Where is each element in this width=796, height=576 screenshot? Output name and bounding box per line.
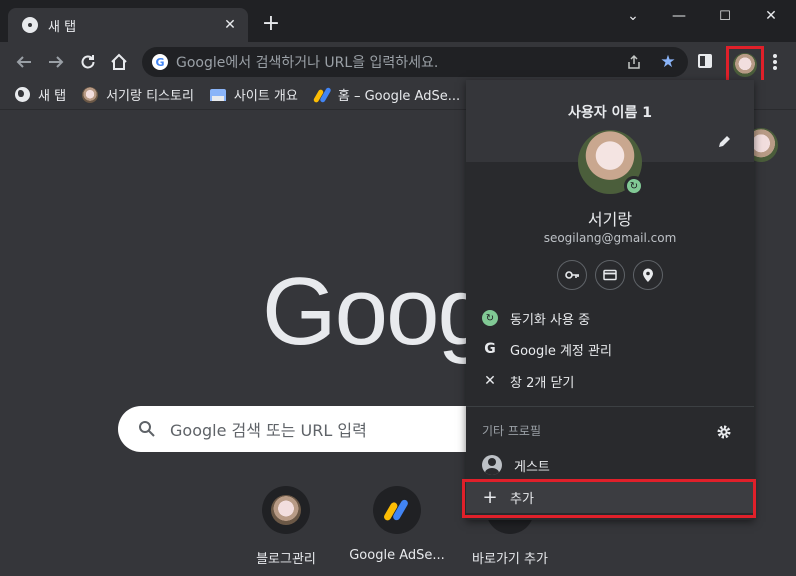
sync-status-item[interactable]: ↻ 동기화 사용 중 bbox=[466, 302, 754, 334]
profile-name: 서기랑 bbox=[587, 210, 633, 229]
bookmark-tistory[interactable]: 서기랑 티스토리 bbox=[82, 85, 194, 104]
share-icon[interactable] bbox=[622, 50, 646, 74]
address-bar[interactable]: G Google에서 검색하거나 URL을 입력하세요. ★ bbox=[142, 47, 688, 77]
side-panel-icon[interactable] bbox=[698, 54, 712, 68]
bookmark-site-overview[interactable]: 사이트 개요 bbox=[209, 85, 298, 104]
bookmark-adsense[interactable]: 홈 – Google AdSe... bbox=[314, 85, 460, 104]
search-icon bbox=[139, 421, 155, 437]
bookmark-new-tab[interactable]: 새 탭 bbox=[14, 85, 66, 104]
sync-status-label: 동기화 사용 중 bbox=[510, 312, 591, 328]
shortcut-label: 바로가기 추가 bbox=[472, 552, 548, 567]
shortcut-label: 블로그관리 bbox=[256, 552, 316, 567]
forward-arrow-icon bbox=[49, 56, 64, 68]
tab-title: 새 탭 bbox=[48, 19, 77, 35]
sync-badge-icon: ↻ bbox=[624, 176, 644, 196]
google-logo: Goog bbox=[262, 258, 491, 365]
reload-icon bbox=[81, 55, 95, 69]
divider bbox=[466, 406, 754, 407]
adsense-icon bbox=[314, 87, 330, 103]
add-profile-item[interactable]: + 추가 bbox=[466, 481, 754, 513]
payment-card-icon[interactable] bbox=[595, 260, 625, 290]
minimize-button[interactable]: — bbox=[656, 0, 702, 32]
sync-icon: ↻ bbox=[482, 310, 498, 326]
more-menu-icon[interactable] bbox=[768, 52, 782, 72]
close-windows-label: 창 2개 닫기 bbox=[510, 375, 575, 391]
profile-button[interactable] bbox=[726, 46, 764, 84]
avatar bbox=[733, 53, 757, 77]
profile-menu-panel: 사용자 이름 1 ↻ 서기랑 seogilang@gmail.com ↻ 동기화… bbox=[466, 80, 754, 520]
home-icon bbox=[111, 53, 127, 70]
manage-profiles-gear-icon[interactable] bbox=[716, 424, 732, 440]
avatar bbox=[271, 495, 301, 525]
bookmark-label: 홈 – Google AdSe... bbox=[337, 89, 461, 104]
maximize-button[interactable]: ☐ bbox=[702, 0, 748, 32]
edit-profile-pencil-icon[interactable] bbox=[716, 134, 732, 150]
bookmark-label: 서기랑 티스토리 bbox=[106, 89, 194, 104]
addresses-location-icon[interactable] bbox=[633, 260, 663, 290]
back-button[interactable] bbox=[12, 50, 36, 74]
manage-google-account-item[interactable]: G Google 계정 관리 bbox=[466, 333, 754, 365]
shortcut-adsense[interactable]: Google AdSe... bbox=[342, 486, 452, 563]
search-placeholder: Google 검색 또는 URL 입력 bbox=[170, 421, 367, 440]
shortcut-label: Google AdSe... bbox=[349, 548, 445, 563]
passwords-key-icon[interactable] bbox=[557, 260, 587, 290]
profile-email: seogilang@gmail.com bbox=[543, 231, 677, 245]
toolbar: G Google에서 검색하거나 URL을 입력하세요. ★ bbox=[0, 42, 796, 84]
shortcut-blog-manage[interactable]: 블로그관리 bbox=[231, 486, 341, 567]
new-tab-button[interactable]: + bbox=[260, 13, 282, 36]
tab-new-tab[interactable]: 새 탭 ✕ bbox=[8, 8, 248, 42]
globe-icon bbox=[14, 87, 30, 103]
google-g-icon: G bbox=[152, 54, 168, 70]
shortcut-icon bbox=[262, 486, 310, 534]
chrome-icon bbox=[22, 17, 38, 33]
tab-close-icon[interactable]: ✕ bbox=[220, 15, 240, 35]
close-window-button[interactable]: ✕ bbox=[748, 0, 794, 32]
adsense-icon bbox=[384, 499, 409, 521]
google-g-icon: G bbox=[484, 341, 496, 357]
back-arrow-icon bbox=[16, 56, 31, 68]
guest-profile-item[interactable]: 게스트 bbox=[466, 449, 754, 481]
guest-label: 게스트 bbox=[514, 459, 550, 475]
tab-strip: 새 탭 ✕ + ⌄ — ☐ ✕ bbox=[0, 0, 796, 42]
close-icon: ✕ bbox=[484, 373, 496, 389]
forward-button[interactable] bbox=[44, 50, 68, 74]
bookmark-star-icon[interactable]: ★ bbox=[656, 50, 680, 74]
reload-button[interactable] bbox=[76, 50, 100, 74]
guest-person-icon bbox=[482, 455, 502, 475]
other-profiles-label: 기타 프로필 bbox=[482, 424, 542, 438]
address-bar-placeholder: Google에서 검색하거나 URL을 입력하세요. bbox=[176, 55, 439, 71]
plus-icon: + bbox=[482, 486, 498, 508]
home-button[interactable] bbox=[107, 50, 131, 74]
close-windows-item[interactable]: ✕ 창 2개 닫기 bbox=[466, 365, 754, 397]
add-profile-label: 추가 bbox=[510, 491, 534, 507]
site-icon bbox=[209, 87, 226, 103]
shortcut-icon bbox=[373, 486, 421, 534]
tab-search-chevron-icon[interactable]: ⌄ bbox=[610, 0, 656, 32]
profile-title: 사용자 이름 1 bbox=[568, 105, 652, 121]
avatar-icon bbox=[82, 86, 99, 103]
manage-account-label: Google 계정 관리 bbox=[510, 343, 612, 359]
bookmark-label: 새 탭 bbox=[38, 89, 67, 104]
bookmark-label: 사이트 개요 bbox=[233, 89, 298, 104]
